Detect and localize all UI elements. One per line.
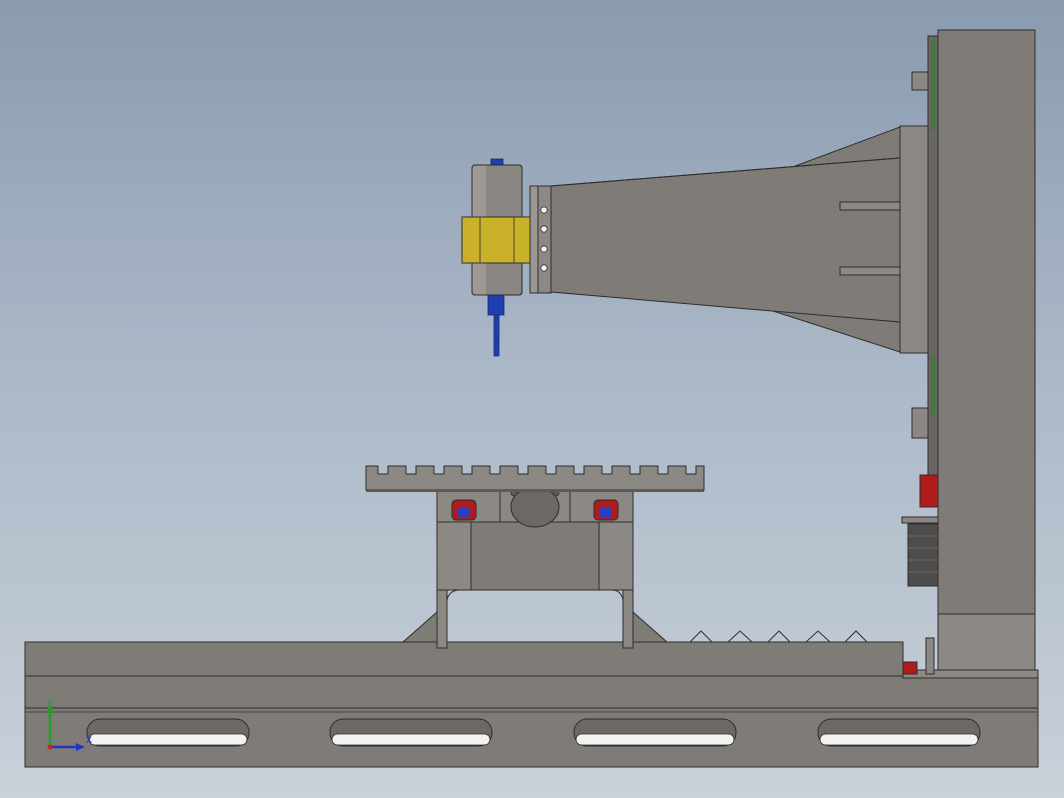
cnc-machine-drawing bbox=[24, 29, 1039, 768]
table-support bbox=[401, 521, 669, 649]
x-axis-label: X bbox=[86, 736, 93, 746]
base-plate bbox=[24, 641, 1039, 768]
axis-origin bbox=[47, 744, 53, 750]
base-slot bbox=[573, 718, 737, 747]
base-slot bbox=[86, 718, 250, 747]
spindle-arm bbox=[529, 125, 929, 354]
base-slot bbox=[817, 718, 981, 747]
t-slot-table bbox=[365, 465, 705, 492]
column-bracket bbox=[902, 637, 935, 675]
cutting-tool bbox=[487, 294, 505, 357]
spindle-clamp bbox=[461, 216, 531, 264]
cad-viewport[interactable]: Y X bbox=[0, 0, 1064, 798]
bellows-cover bbox=[689, 630, 868, 643]
z-axis-motor bbox=[907, 523, 939, 587]
base-slot bbox=[329, 718, 493, 747]
y-axis-label: Y bbox=[47, 699, 53, 709]
